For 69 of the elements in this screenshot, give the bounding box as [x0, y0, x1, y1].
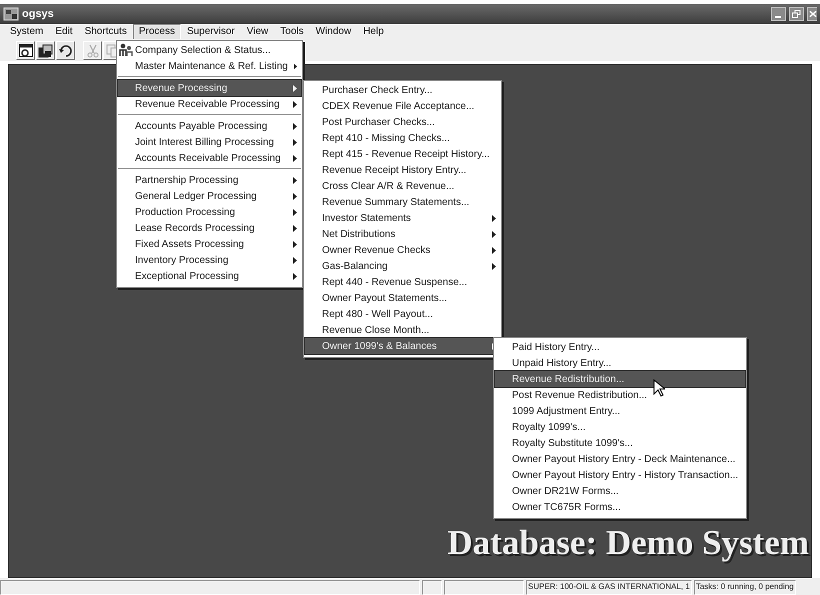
- menu-item[interactable]: Owner Payout History Entry - History Transaction...: [495, 467, 745, 483]
- menu-item[interactable]: Revenue Summary Statements...: [305, 194, 500, 210]
- menu-bar-item[interactable]: Window: [310, 24, 358, 40]
- menu-bar-item[interactable]: System: [4, 24, 50, 40]
- menu-item[interactable]: Purchaser Check Entry...: [305, 82, 500, 98]
- database-title: Database: Demo System: [447, 523, 809, 563]
- menu-item[interactable]: Gas-Balancing: [305, 258, 500, 274]
- menu-item[interactable]: Unpaid History Entry...: [495, 355, 745, 371]
- status-text: SUPER: 100-OIL & GAS INTERNATIONAL, 1: [526, 580, 692, 595]
- menu-item[interactable]: Fixed Assets Processing: [118, 236, 301, 252]
- menu-item[interactable]: Production Processing: [118, 204, 301, 220]
- menu-item[interactable]: Revenue Receipt History Entry...: [305, 162, 500, 178]
- restore-icon: [792, 10, 801, 18]
- mouse-pointer-icon: [653, 379, 665, 397]
- menu-item[interactable]: Rept 410 - Missing Checks...: [305, 130, 500, 146]
- menu-item[interactable]: Owner Revenue Checks: [305, 242, 500, 258]
- menu-item[interactable]: Post Revenue Redistribution...: [495, 387, 745, 403]
- menu-bar-item[interactable]: Supervisor: [180, 24, 241, 40]
- menu-item[interactable]: Owner DR21W Forms...: [495, 483, 745, 499]
- menu-item[interactable]: Partnership Processing: [118, 172, 301, 188]
- menu-item[interactable]: Master Maintenance & Ref. Listing: [118, 58, 301, 74]
- status-pane: [422, 580, 442, 595]
- menu-item[interactable]: Owner Payout Statements...: [305, 290, 500, 306]
- toolbar-button[interactable]: [16, 40, 35, 60]
- scissors-icon: [85, 42, 100, 58]
- menu-bar-item[interactable]: Tools: [274, 24, 310, 40]
- menu-item[interactable]: Revenue Close Month...: [305, 322, 500, 338]
- menu-item[interactable]: Rept 415 - Revenue Receipt History...: [305, 146, 500, 162]
- menu-bar-item[interactable]: Shortcuts: [78, 24, 133, 40]
- app-icon: [3, 7, 19, 21]
- menu-item[interactable]: Royalty Substitute 1099's...: [495, 435, 745, 451]
- menu-item[interactable]: Accounts Receivable Processing: [118, 150, 301, 166]
- menu-bar-item[interactable]: Edit: [49, 24, 79, 40]
- toolbar-button[interactable]: [56, 40, 75, 60]
- window-title: ogsys: [22, 8, 54, 20]
- menu-item[interactable]: Inventory Processing: [118, 252, 301, 268]
- menu-item[interactable]: Accounts Payable Processing: [118, 118, 301, 134]
- people-icon: [119, 43, 133, 57]
- menu-item[interactable]: Revenue Processing: [118, 80, 301, 96]
- menu-item[interactable]: Exceptional Processing: [118, 268, 301, 284]
- close-icon: [809, 10, 817, 18]
- menu-item[interactable]: Net Distributions: [305, 226, 500, 242]
- menu-item[interactable]: Cross Clear A/R & Revenue...: [305, 178, 500, 194]
- menu-item[interactable]: Owner TC675R Forms...: [495, 499, 745, 515]
- menu-item[interactable]: Joint Interest Billing Processing: [118, 134, 301, 150]
- menu-item[interactable]: Owner Payout History Entry - Deck Maintenance...: [495, 451, 745, 467]
- close-button[interactable]: [807, 7, 817, 21]
- restore-button[interactable]: [789, 7, 804, 21]
- menu-item[interactable]: Rept 440 - Revenue Suspense...: [305, 274, 500, 290]
- minimize-button[interactable]: [771, 7, 786, 21]
- menu-item[interactable]: Revenue Redistribution...: [495, 371, 745, 387]
- menu-item[interactable]: CDEX Revenue File Acceptance...: [305, 98, 500, 114]
- menu-item[interactable]: 1099 Adjustment Entry...: [495, 403, 745, 419]
- status-text: Tasks: 0 running, 0 pending: [694, 580, 796, 595]
- menu-item[interactable]: Investor Statements: [305, 210, 500, 226]
- window-icon: [18, 42, 33, 58]
- undo-icon: [58, 42, 73, 58]
- cards-icon: [38, 42, 53, 58]
- menu-item[interactable]: Rept 480 - Well Payout...: [305, 306, 500, 322]
- menu-bar-item[interactable]: Help: [357, 24, 390, 40]
- menu-item[interactable]: Post Purchaser Checks...: [305, 114, 500, 130]
- toolbar-button[interactable]: [36, 40, 55, 60]
- menu-item[interactable]: Company Selection & Status...: [118, 42, 301, 58]
- menu-item[interactable]: Royalty 1099's...: [495, 419, 745, 435]
- menu-bar-item[interactable]: Process: [132, 24, 181, 40]
- menu-item[interactable]: Revenue Receivable Processing: [118, 96, 301, 112]
- menu-item[interactable]: General Ledger Processing: [118, 188, 301, 204]
- menu-item[interactable]: Lease Records Processing: [118, 220, 301, 236]
- menu-bar-item[interactable]: View: [240, 24, 274, 40]
